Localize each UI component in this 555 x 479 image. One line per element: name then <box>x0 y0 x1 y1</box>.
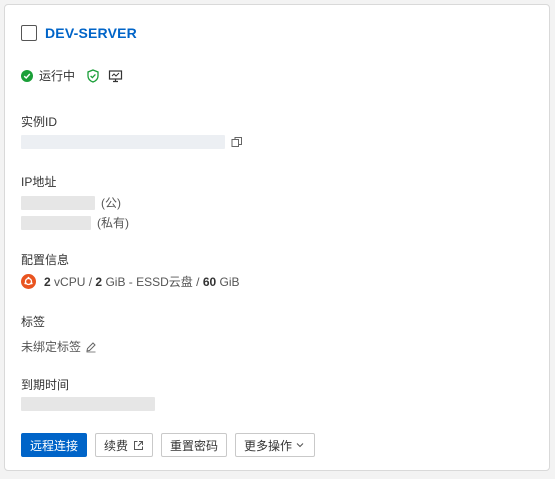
check-circle-icon <box>21 69 33 82</box>
action-buttons: 远程连接 续费 重置密码 更多操作 <box>21 433 316 457</box>
pencil-icon[interactable] <box>83 339 99 355</box>
remote-connect-button[interactable]: 远程连接 <box>21 433 88 457</box>
tags-label: 标签 <box>21 315 46 329</box>
tags-value: 未绑定标签 <box>21 340 82 354</box>
instance-id-masked <box>21 135 225 149</box>
expire-value <box>21 397 155 411</box>
ip-public-suffix: (公) <box>101 196 121 210</box>
cpu-count: 2 <box>44 274 51 289</box>
more-actions-dropdown[interactable]: 更多操作 <box>235 433 316 457</box>
memory-size: 2 <box>95 274 103 289</box>
config-separator-2: / <box>196 274 200 289</box>
ip-label: IP地址 <box>21 175 57 189</box>
instance-title-row: DEV-SERVER <box>21 25 137 41</box>
ip-public-line: (公) <box>21 194 121 211</box>
instance-name-link[interactable]: DEV-SERVER <box>45 25 137 41</box>
select-checkbox[interactable] <box>21 25 37 41</box>
instance-card: DEV-SERVER 运行中 实例ID IP地址 (公) (私有) 配置信息 2… <box>4 4 550 471</box>
disk-size: 60 <box>202 274 217 289</box>
ip-private-line: (私有) <box>21 214 129 231</box>
more-actions-label: 更多操作 <box>244 438 293 453</box>
disk-unit: GiB <box>219 274 240 289</box>
instance-id-label: 实例ID <box>21 115 58 129</box>
ip-private-suffix: (私有) <box>97 216 129 230</box>
reset-password-button[interactable]: 重置密码 <box>161 433 228 457</box>
config-separator-1: / <box>88 274 93 289</box>
memory-unit: GiB <box>105 274 126 289</box>
cpu-unit: vCPU <box>54 274 86 289</box>
monitor-icon[interactable] <box>107 68 123 84</box>
external-link-icon <box>132 437 144 453</box>
chevron-down-icon <box>294 437 306 453</box>
expire-date-masked <box>21 397 155 411</box>
ubuntu-icon <box>21 274 36 289</box>
renew-label: 续费 <box>104 438 129 453</box>
status-text: 运行中 <box>39 69 76 83</box>
tags-value-line: 未绑定标签 <box>21 338 99 355</box>
status-row: 运行中 <box>21 67 123 84</box>
shield-check-icon[interactable] <box>85 68 101 84</box>
disk-type: - ESSD云盘 <box>128 275 193 289</box>
ip-private-masked <box>21 215 91 230</box>
config-value: 2 vCPU / 2 GiB - ESSD云盘 / 60 GiB <box>21 273 240 290</box>
instance-id-value <box>21 134 245 150</box>
copy-icon[interactable] <box>229 134 245 150</box>
ip-public-masked <box>21 195 95 210</box>
config-label: 配置信息 <box>21 253 70 267</box>
renew-button[interactable]: 续费 <box>95 433 154 457</box>
expire-label: 到期时间 <box>21 378 70 392</box>
